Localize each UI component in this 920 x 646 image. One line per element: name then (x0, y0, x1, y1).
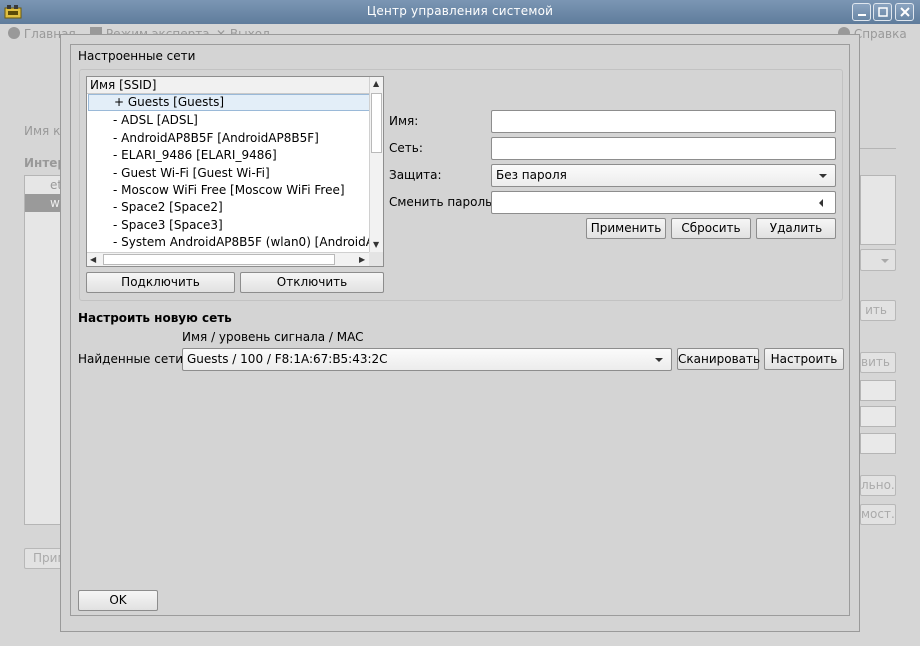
ok-button[interactable]: OK (78, 590, 158, 611)
wifi-networks-dialog: Настроенные сети Имя [SSID] + Guests [Gu… (60, 34, 860, 632)
found-networks-label: Найденные сети: (78, 352, 188, 366)
found-networks-select[interactable]: Guests / 100 / F8:1A:67:B5:43:2C (182, 348, 672, 371)
network-field[interactable] (491, 137, 836, 160)
configured-networks-list[interactable]: Имя [SSID] + Guests [Guests] - ADSL [ADS… (86, 76, 384, 267)
new-network-title: Настроить новую сеть (78, 311, 232, 325)
bg-apply-button[interactable]: Прим (24, 548, 64, 569)
scroll-down-icon[interactable]: ▼ (373, 240, 379, 250)
reset-button[interactable]: Сбросить (671, 218, 751, 239)
minimize-icon[interactable] (852, 3, 871, 21)
dialog-panel: Настроенные сети Имя [SSID] + Guests [Gu… (70, 44, 850, 616)
list-header-ssid[interactable]: Имя [SSID] (87, 77, 371, 94)
list-item[interactable]: - ADSL [ADSL] (88, 112, 370, 129)
configured-networks-title: Настроенные сети (78, 49, 196, 63)
list-item[interactable]: - Space3 [Space3] (88, 217, 370, 234)
window-title-bar[interactable]: Центр управления системой (0, 0, 920, 24)
bg-field-3[interactable] (860, 433, 896, 454)
apply-button[interactable]: Применить (586, 218, 666, 239)
security-select-value: Без пароля (496, 168, 567, 182)
horizontal-scroll-thumb[interactable] (103, 254, 335, 265)
bg-button-1[interactable]: ить (860, 300, 896, 321)
security-select[interactable]: Без пароля (491, 164, 836, 187)
change-password-field[interactable] (491, 191, 836, 214)
found-networks-column-hint: Имя / уровень сигнала / MAC (182, 330, 364, 344)
bg-button-4[interactable]: мост... (860, 504, 896, 525)
configure-button[interactable]: Настроить (764, 348, 844, 370)
maximize-icon[interactable] (873, 3, 892, 21)
interface-item[interactable]: et (25, 176, 65, 194)
scroll-left-icon[interactable]: ◀ (90, 255, 96, 265)
list-item[interactable]: - Moscow WiFi Free [Moscow WiFi Free] (88, 182, 370, 199)
bg-combo[interactable] (860, 249, 896, 271)
bg-field-2[interactable] (860, 406, 896, 427)
caps-indicator-icon (819, 199, 823, 207)
name-label: Имя: (389, 114, 419, 128)
interface-item-selected[interactable]: wl (25, 194, 65, 212)
change-password-label: Сменить пароль: (389, 195, 497, 209)
home-icon (8, 27, 20, 39)
scroll-up-icon[interactable]: ▲ (373, 79, 379, 89)
bg-button-3[interactable]: льно... (860, 475, 896, 496)
vertical-scrollbar[interactable]: ▲ ▼ (369, 77, 383, 253)
divider (860, 148, 896, 149)
scan-button[interactable]: Сканировать (677, 348, 760, 370)
interfaces-list[interactable]: et wl (24, 175, 65, 525)
horizontal-scrollbar[interactable]: ◀ ▶ (87, 252, 371, 266)
scroll-corner (369, 252, 383, 266)
network-label: Сеть: (389, 141, 423, 155)
connect-button[interactable]: Подключить (86, 272, 235, 293)
window-title: Центр управления системой (366, 4, 554, 18)
vertical-scroll-thumb[interactable] (371, 93, 382, 153)
list-item[interactable]: - System AndroidAP8B5F (wlan0) [AndroidA… (88, 234, 370, 251)
list-item[interactable]: - Guest Wi-Fi [Guest Wi-Fi] (88, 165, 370, 182)
list-item[interactable]: - AndroidAP8B5F [AndroidAP8B5F] (88, 130, 370, 147)
list-item[interactable]: - Space2 [Space2] (88, 199, 370, 216)
chevron-down-icon (881, 259, 889, 263)
disconnect-button[interactable]: Отключить (240, 272, 384, 293)
chevron-down-icon (655, 358, 663, 362)
bg-field-1[interactable] (860, 380, 896, 401)
bg-button-2[interactable]: вить (860, 352, 896, 373)
delete-button[interactable]: Удалить (756, 218, 836, 239)
list-item-selected[interactable]: + Guests [Guests] (88, 94, 370, 111)
name-field[interactable] (491, 110, 836, 133)
found-networks-value: Guests / 100 / F8:1A:67:B5:43:2C (187, 352, 388, 366)
scroll-right-icon[interactable]: ▶ (359, 255, 365, 265)
list-item[interactable]: - ELARI_9486 [ELARI_9486] (88, 147, 370, 164)
details-panel (860, 175, 896, 245)
close-icon[interactable] (895, 3, 914, 21)
security-label: Защита: (389, 168, 442, 182)
chevron-down-icon (819, 174, 827, 178)
